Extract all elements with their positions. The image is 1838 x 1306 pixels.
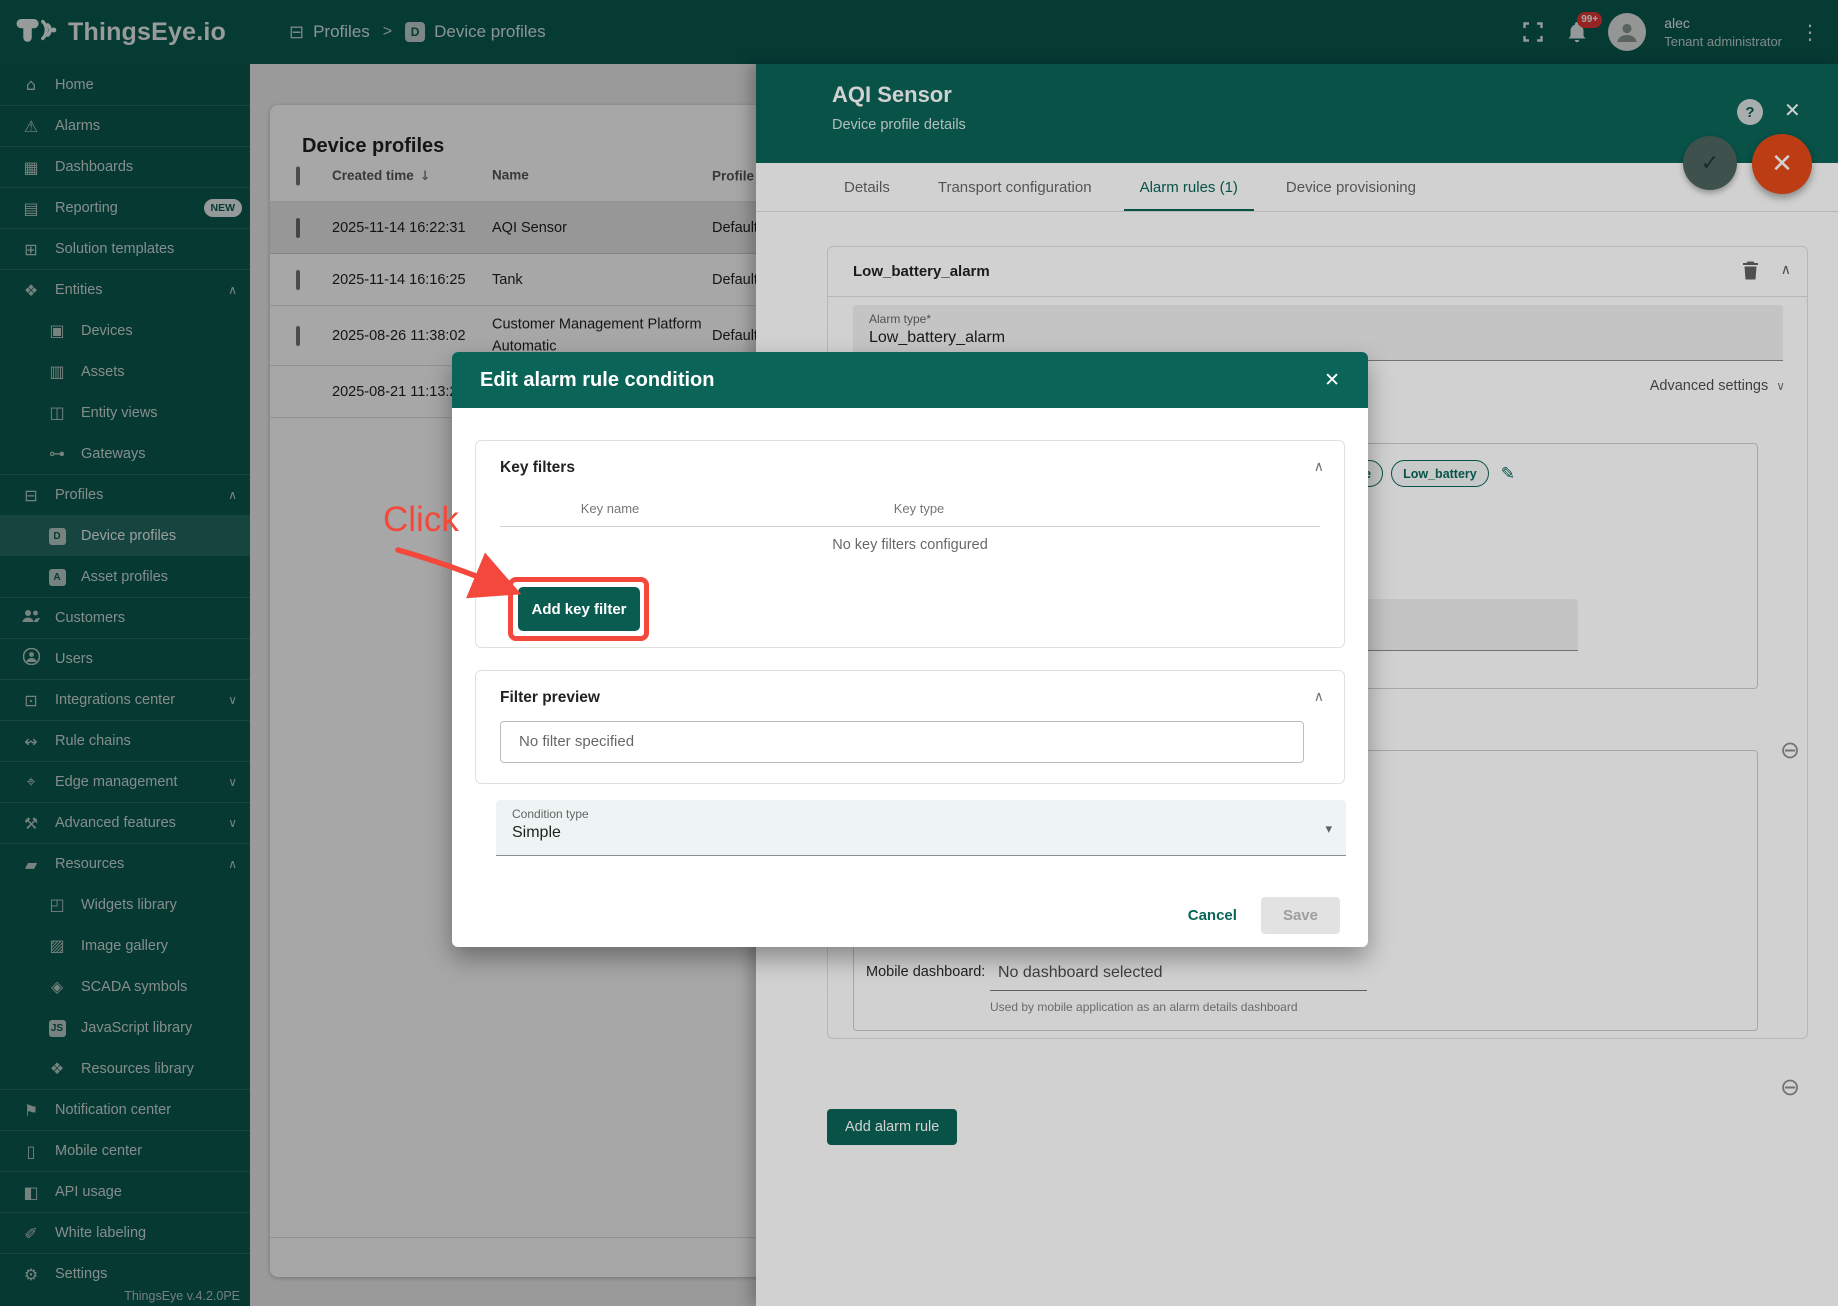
screen: ThingsEye.io ⊟ Profiles > D Device profi… — [0, 0, 1838, 1306]
modal-close-icon[interactable]: ✕ — [1324, 369, 1340, 391]
collapse-filter-preview-chevron-up-icon[interactable]: ∧ — [1314, 689, 1324, 705]
no-filter-text: No filter specified — [519, 733, 635, 750]
modal-title: Edit alarm rule condition — [480, 368, 715, 391]
no-key-filters-text: No key filters configured — [832, 537, 988, 553]
modal-header: Edit alarm rule condition ✕ — [452, 352, 1368, 408]
condition-type-label: Condition type — [512, 807, 589, 821]
cancel-button[interactable]: Cancel — [1174, 897, 1251, 934]
modal-footer: Cancel Save — [452, 883, 1368, 947]
key-filters-title: Key filters — [500, 459, 575, 476]
filter-preview-box: No filter specified — [500, 721, 1304, 763]
select-caret-down-icon: ▾ — [1325, 822, 1332, 837]
annotation-click-text: Click — [383, 500, 459, 539]
condition-type-select[interactable]: Condition type Simple ▾ — [496, 800, 1346, 856]
save-button[interactable]: Save — [1260, 896, 1340, 934]
divider — [500, 526, 1320, 527]
filter-preview-title: Filter preview — [500, 689, 600, 706]
filter-preview-card: Filter preview ∧ No filter specified — [475, 670, 1345, 784]
annotation-highlight-rect — [508, 577, 649, 641]
condition-type-value: Simple — [512, 824, 561, 841]
edit-alarm-rule-condition-modal: Edit alarm rule condition ✕ Key filters … — [452, 352, 1368, 947]
collapse-key-filters-chevron-up-icon[interactable]: ∧ — [1314, 459, 1324, 475]
key-type-column-header: Key type — [893, 501, 945, 516]
key-name-column-header: Key name — [580, 501, 640, 516]
